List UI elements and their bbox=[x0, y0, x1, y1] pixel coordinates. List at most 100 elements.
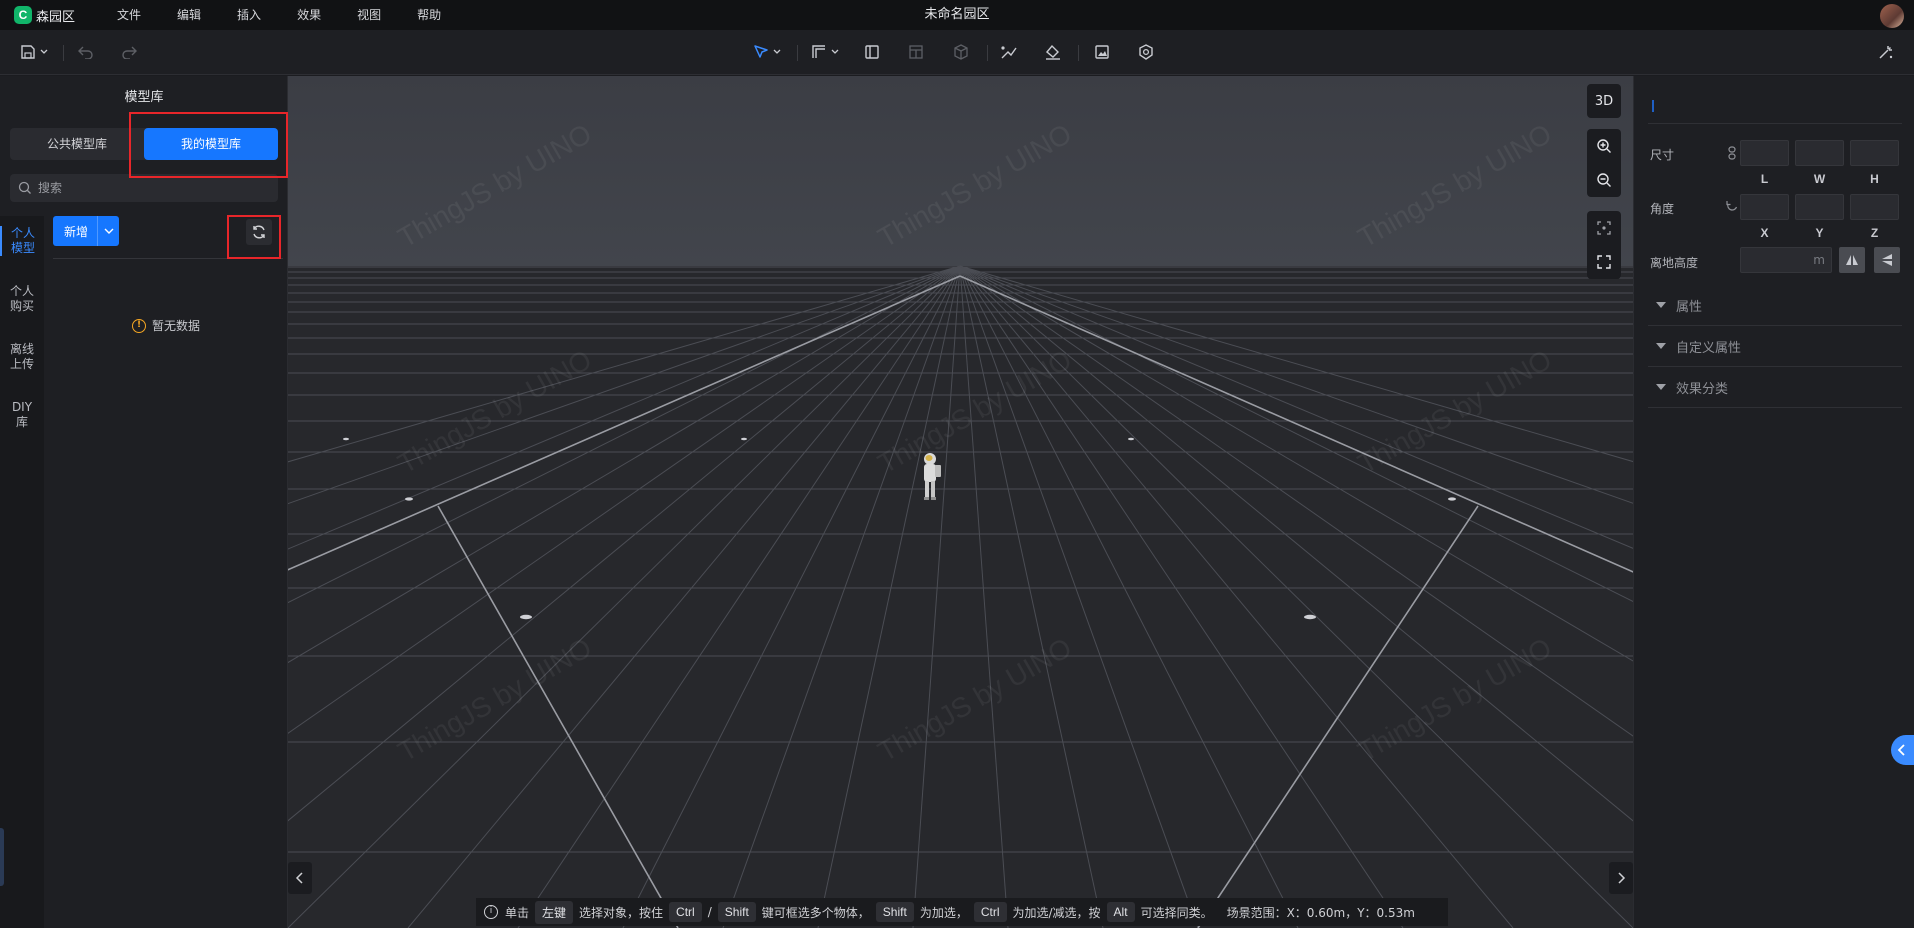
path-tool-button[interactable] bbox=[999, 40, 1019, 64]
focus-button[interactable] bbox=[1587, 211, 1621, 245]
refresh-icon bbox=[253, 225, 265, 239]
chevron-down-icon[interactable] bbox=[97, 216, 119, 246]
side-item-offline-upload[interactable]: 离线 上传 bbox=[0, 342, 44, 372]
rotate-icon[interactable] bbox=[1725, 200, 1739, 214]
cube-tool-button[interactable] bbox=[951, 40, 971, 64]
wall-tool-button[interactable] bbox=[810, 40, 842, 64]
save-dropdown-button[interactable] bbox=[16, 40, 52, 64]
menu-edit[interactable]: 编辑 bbox=[159, 0, 219, 30]
flip-horizontal-button[interactable] bbox=[1839, 247, 1865, 273]
app-logo-icon[interactable]: C bbox=[14, 6, 32, 24]
status-text: 可选择同类。 bbox=[1140, 905, 1213, 920]
caret-down-icon bbox=[1656, 343, 1666, 349]
zoom-in-button[interactable] bbox=[1587, 129, 1621, 163]
flip-vertical-button[interactable] bbox=[1874, 247, 1900, 273]
effects-icon bbox=[1879, 46, 1893, 59]
add-new-label: 新增 bbox=[64, 224, 89, 239]
add-new-button[interactable]: 新增 bbox=[53, 216, 119, 246]
axis-label: Z bbox=[1870, 226, 1879, 240]
status-text: 为加选/减选，按 bbox=[1012, 905, 1101, 920]
select-tool-button[interactable] bbox=[752, 40, 784, 64]
scene-viewport[interactable]: ThingJS by UINO ThingJS by UINO ThingJS … bbox=[288, 76, 1633, 928]
view-mode-group: 3D bbox=[1587, 84, 1621, 118]
image-tool-button[interactable] bbox=[1092, 40, 1112, 64]
size-l-input[interactable] bbox=[1740, 140, 1789, 166]
caret-down-icon bbox=[1656, 384, 1666, 390]
search-field[interactable] bbox=[10, 174, 278, 202]
side-item-personal-models[interactable]: 个人 模型 bbox=[0, 226, 44, 256]
menu-help[interactable]: 帮助 bbox=[399, 0, 459, 30]
search-input[interactable] bbox=[38, 181, 258, 195]
size-h-input[interactable] bbox=[1850, 140, 1899, 166]
model-tool-button[interactable] bbox=[1136, 40, 1156, 64]
axis-label: H bbox=[1870, 172, 1879, 186]
flip-horizontal-icon bbox=[1846, 255, 1858, 265]
side-item-label: DIY bbox=[11, 400, 33, 414]
height-input[interactable]: m bbox=[1740, 247, 1832, 273]
redo-button[interactable] bbox=[119, 40, 139, 64]
side-item-label: 上传 bbox=[9, 357, 34, 371]
save-icon bbox=[21, 45, 48, 59]
path-icon bbox=[1001, 46, 1017, 59]
menu-insert[interactable]: 插入 bbox=[219, 0, 279, 30]
status-text: 选择对象，按住 bbox=[579, 905, 664, 920]
chevron-left-icon bbox=[295, 872, 303, 884]
side-item-label: 库 bbox=[15, 415, 28, 429]
menu-view[interactable]: 视图 bbox=[339, 0, 399, 30]
section-label: 自定义属性 bbox=[1676, 340, 1742, 356]
section-effect-category[interactable]: 效果分类 bbox=[1648, 367, 1902, 408]
info-icon: i bbox=[484, 905, 498, 919]
window-icon bbox=[909, 45, 923, 59]
axis-label: X bbox=[1760, 226, 1769, 240]
side-item-label: 购买 bbox=[9, 299, 34, 313]
collapse-left-button[interactable] bbox=[288, 862, 312, 894]
axis-label: L bbox=[1760, 172, 1769, 186]
zoom-group bbox=[1587, 129, 1621, 197]
view-mode-toggle[interactable]: 3D bbox=[1587, 84, 1621, 118]
collapse-right-button[interactable] bbox=[1609, 862, 1633, 894]
key-hint: Ctrl bbox=[669, 902, 702, 922]
effects-button[interactable] bbox=[1876, 40, 1896, 64]
link-icon[interactable] bbox=[1727, 146, 1737, 160]
angle-y-input[interactable] bbox=[1795, 194, 1844, 220]
tab-my-library[interactable]: 我的模型库 bbox=[144, 128, 278, 160]
side-item-label: 个人 bbox=[11, 226, 36, 240]
side-item-label: 模型 bbox=[11, 241, 36, 255]
app-name[interactable]: 森园区 bbox=[36, 6, 75, 25]
side-item-diy-library[interactable]: DIY 库 bbox=[0, 400, 44, 430]
ground-grid bbox=[288, 265, 1633, 928]
axis-label: W bbox=[1813, 172, 1826, 186]
section-custom-properties[interactable]: 自定义属性 bbox=[1648, 326, 1902, 367]
zoom-out-button[interactable] bbox=[1587, 163, 1621, 197]
section-label: 效果分类 bbox=[1676, 381, 1729, 397]
section-label: 属性 bbox=[1676, 299, 1703, 315]
search-icon bbox=[18, 181, 31, 194]
side-item-label: 离线 bbox=[9, 342, 34, 356]
collapse-panel-tab[interactable] bbox=[1891, 735, 1914, 765]
axis-label: Y bbox=[1815, 226, 1824, 240]
size-label: 尺寸 bbox=[1650, 148, 1675, 162]
scene-range-readout: 场景范围：X：0.60m，Y：0.53m bbox=[1226, 905, 1415, 920]
angle-x-input[interactable] bbox=[1740, 194, 1789, 220]
height-label: 离地高度 bbox=[1650, 256, 1699, 270]
fullscreen-button[interactable] bbox=[1587, 245, 1621, 279]
status-text: 单击 bbox=[505, 905, 530, 920]
side-item-personal-purchases[interactable]: 个人 购买 bbox=[0, 284, 44, 314]
fill-tool-button[interactable] bbox=[1043, 40, 1063, 64]
user-avatar[interactable] bbox=[1880, 4, 1904, 28]
menu-effects[interactable]: 效果 bbox=[279, 0, 339, 30]
flip-vertical-icon bbox=[1882, 254, 1892, 266]
door-tool-button[interactable] bbox=[862, 40, 882, 64]
undo-button[interactable] bbox=[76, 40, 96, 64]
angle-z-input[interactable] bbox=[1850, 194, 1899, 220]
menu-file[interactable]: 文件 bbox=[99, 0, 159, 30]
tab-public-library[interactable]: 公共模型库 bbox=[10, 128, 144, 160]
side-item-label: 个人 bbox=[9, 284, 34, 298]
key-hint: Shift bbox=[875, 902, 914, 922]
window-tool-button[interactable] bbox=[906, 40, 926, 64]
refresh-button[interactable] bbox=[246, 219, 272, 245]
size-w-input[interactable] bbox=[1795, 140, 1844, 166]
chevron-left-icon bbox=[1897, 744, 1905, 756]
toolbar bbox=[0, 30, 1914, 75]
section-properties[interactable]: 属性 bbox=[1648, 285, 1902, 326]
